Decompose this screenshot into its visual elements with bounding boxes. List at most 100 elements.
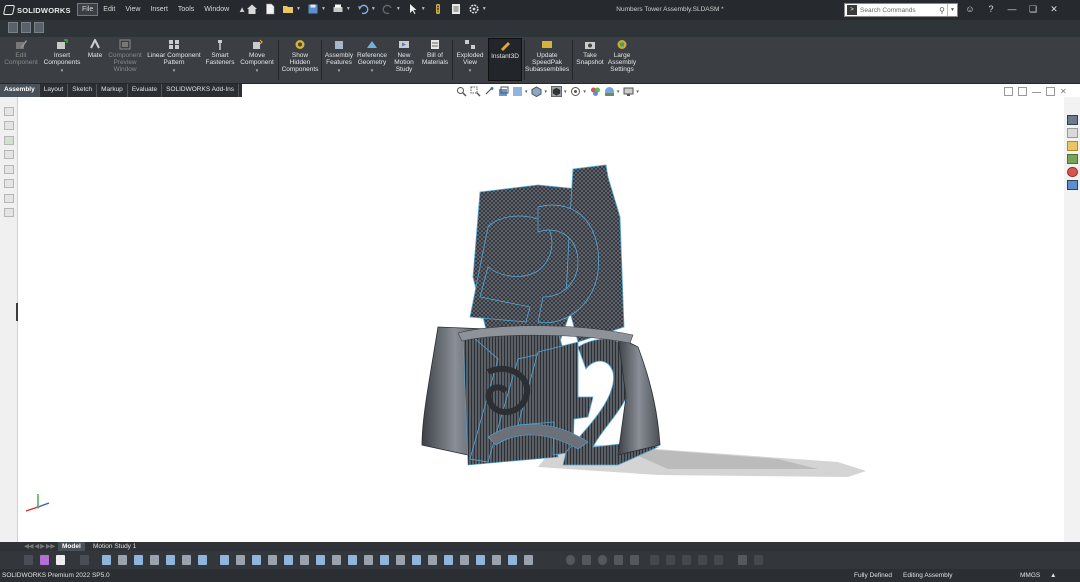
menu-edit[interactable]: Edit bbox=[98, 3, 120, 16]
dropdown-caret[interactable]: ▼ bbox=[323, 67, 355, 74]
sustainability-icon[interactable] bbox=[4, 208, 14, 217]
sketch-tool-icon-15[interactable] bbox=[332, 555, 341, 565]
sketch-tool-icon-23[interactable] bbox=[460, 555, 469, 565]
cursor-icon[interactable] bbox=[56, 555, 65, 565]
large-assembly-settings-button[interactable]: Large Assembly Settings bbox=[606, 39, 638, 74]
take-snapshot-button[interactable]: Take Snapshot bbox=[574, 39, 606, 66]
feature-tree-icon[interactable] bbox=[4, 107, 14, 116]
menu-insert[interactable]: Insert bbox=[145, 3, 173, 16]
restore-icon[interactable]: ❑ bbox=[1027, 3, 1039, 15]
tab-assembly[interactable]: Assembly bbox=[0, 84, 40, 97]
property-manager-icon[interactable] bbox=[4, 121, 14, 130]
sketch-tool-icon-14[interactable] bbox=[316, 555, 325, 565]
mate-button[interactable]: Mate bbox=[84, 39, 106, 59]
update-speedpak-button[interactable]: Update SpeedPak Subassemblies bbox=[525, 39, 569, 74]
bill-of-materials-button[interactable]: Bill of Materials bbox=[420, 39, 450, 66]
tab-scroll-arrows[interactable]: ◀◀ ◀ ▶ ▶▶ bbox=[20, 542, 59, 551]
user-icon[interactable]: ☺ bbox=[964, 3, 976, 15]
simulation-icon[interactable] bbox=[4, 194, 14, 203]
zoom-to-area-icon[interactable] bbox=[470, 86, 481, 97]
document-tile-icon[interactable] bbox=[1018, 87, 1027, 96]
dropdown-caret[interactable]: ▼ bbox=[616, 89, 620, 94]
cam-icon[interactable] bbox=[4, 179, 14, 188]
sketch-tool-icon-12[interactable] bbox=[284, 555, 293, 565]
print-dropdown-caret[interactable]: ▼ bbox=[346, 6, 351, 12]
display-style-icon[interactable] bbox=[550, 86, 562, 97]
insert-components-button[interactable]: Insert Components ▼ bbox=[43, 39, 81, 75]
sketch-tool-icon-3[interactable] bbox=[134, 555, 143, 565]
custom-properties-icon[interactable] bbox=[1067, 180, 1078, 190]
dropdown-caret[interactable]: ▼ bbox=[356, 67, 388, 74]
toolbar-mate-icon[interactable] bbox=[21, 22, 31, 33]
undo-icon[interactable] bbox=[357, 3, 369, 15]
rebuild-icon[interactable] bbox=[432, 3, 444, 15]
sketch-tool-icon-1[interactable] bbox=[102, 555, 111, 565]
dynamic-annotation-icon[interactable] bbox=[512, 86, 523, 97]
menu-window[interactable]: Window bbox=[199, 3, 234, 16]
view-palette-icon[interactable] bbox=[1067, 154, 1078, 164]
tab-layout[interactable]: Layout bbox=[40, 84, 69, 97]
design-library-icon[interactable] bbox=[1067, 128, 1078, 138]
dropdown-caret[interactable]: ▼ bbox=[239, 67, 275, 74]
toolbar-camera-icon[interactable] bbox=[8, 22, 18, 33]
search-input[interactable]: Search Commands bbox=[860, 7, 916, 14]
sketch-tool-icon-22[interactable] bbox=[444, 555, 453, 565]
sketch-tool-icon-24[interactable] bbox=[476, 555, 485, 565]
file-explorer-icon[interactable] bbox=[1067, 141, 1078, 151]
sketch-tool-icon-9[interactable] bbox=[236, 555, 245, 565]
graphics-area[interactable] bbox=[18, 97, 1064, 542]
sketch-tool-icon-26[interactable] bbox=[508, 555, 517, 565]
document-restore-icon[interactable] bbox=[1004, 87, 1013, 96]
sketch-tool-icon-16[interactable] bbox=[348, 555, 357, 565]
hide-show-items-icon[interactable] bbox=[570, 86, 581, 97]
tab-model[interactable]: Model bbox=[58, 542, 85, 551]
previous-view-icon[interactable] bbox=[484, 86, 495, 97]
sketch-tool-icon-19[interactable] bbox=[396, 555, 405, 565]
solidworks-resources-icon[interactable] bbox=[1067, 115, 1078, 125]
zoom-to-fit-icon[interactable] bbox=[456, 86, 467, 97]
numbers-tower-model[interactable] bbox=[18, 97, 1064, 542]
home-icon[interactable] bbox=[246, 3, 258, 15]
sketch-tool-icon-6[interactable] bbox=[182, 555, 191, 565]
section-view-icon[interactable] bbox=[498, 86, 509, 97]
gear-icon[interactable] bbox=[468, 3, 480, 15]
appearances-icon[interactable] bbox=[1067, 167, 1078, 177]
document-close-icon[interactable]: ✕ bbox=[1060, 87, 1069, 96]
move-component-button[interactable]: Move Component ▼ bbox=[239, 39, 275, 75]
close-icon[interactable]: ✕ bbox=[1048, 3, 1060, 15]
status-options-icon[interactable]: ▲ bbox=[1050, 572, 1056, 579]
sketch-tool-icon-13[interactable] bbox=[300, 555, 309, 565]
edit-appearance-icon[interactable] bbox=[590, 86, 601, 97]
instant3d-button[interactable]: Instant3D bbox=[488, 38, 522, 81]
status-units[interactable]: MMGS bbox=[1020, 572, 1040, 579]
magnifier-icon[interactable]: ⚲ bbox=[939, 6, 945, 15]
tool-icon-2[interactable] bbox=[40, 555, 49, 565]
sketch-tool-icon-20[interactable] bbox=[412, 555, 421, 565]
sketch-tool-icon-10[interactable] bbox=[252, 555, 261, 565]
select-arrow-icon[interactable] bbox=[407, 3, 419, 15]
dropdown-caret[interactable]: ▼ bbox=[635, 89, 639, 94]
sketch-tool-icon-17[interactable] bbox=[364, 555, 373, 565]
save-icon[interactable] bbox=[307, 3, 319, 15]
sketch-tool-icon-7[interactable] bbox=[198, 555, 207, 565]
menu-file[interactable]: File bbox=[77, 3, 99, 16]
edit-component-button[interactable]: Edit Component bbox=[2, 39, 40, 66]
tool-icon-3[interactable] bbox=[80, 555, 89, 565]
tab-motion-study-1[interactable]: Motion Study 1 bbox=[89, 542, 140, 551]
view-settings-icon[interactable] bbox=[623, 86, 634, 97]
undo-dropdown-caret[interactable]: ▼ bbox=[371, 6, 376, 12]
dropdown-caret[interactable]: ▼ bbox=[582, 89, 586, 94]
component-preview-window-button[interactable]: Component Preview Window bbox=[106, 39, 144, 74]
tool-icon-1[interactable] bbox=[24, 555, 33, 565]
search-dropdown[interactable]: ▼ bbox=[947, 4, 957, 16]
new-motion-study-button[interactable]: New Motion Study bbox=[391, 39, 417, 74]
reference-geometry-button[interactable]: Reference Geometry ▼ bbox=[356, 39, 388, 75]
display-manager-icon[interactable] bbox=[4, 165, 14, 174]
config-manager-icon[interactable] bbox=[4, 136, 14, 145]
dropdown-caret[interactable]: ▼ bbox=[454, 67, 486, 74]
sketch-tool-icon-8[interactable] bbox=[220, 555, 229, 565]
menu-view[interactable]: View bbox=[120, 3, 145, 16]
dropdown-caret[interactable]: ▼ bbox=[146, 67, 202, 74]
sketch-tool-icon-4[interactable] bbox=[150, 555, 159, 565]
sketch-tool-icon-18[interactable] bbox=[380, 555, 389, 565]
